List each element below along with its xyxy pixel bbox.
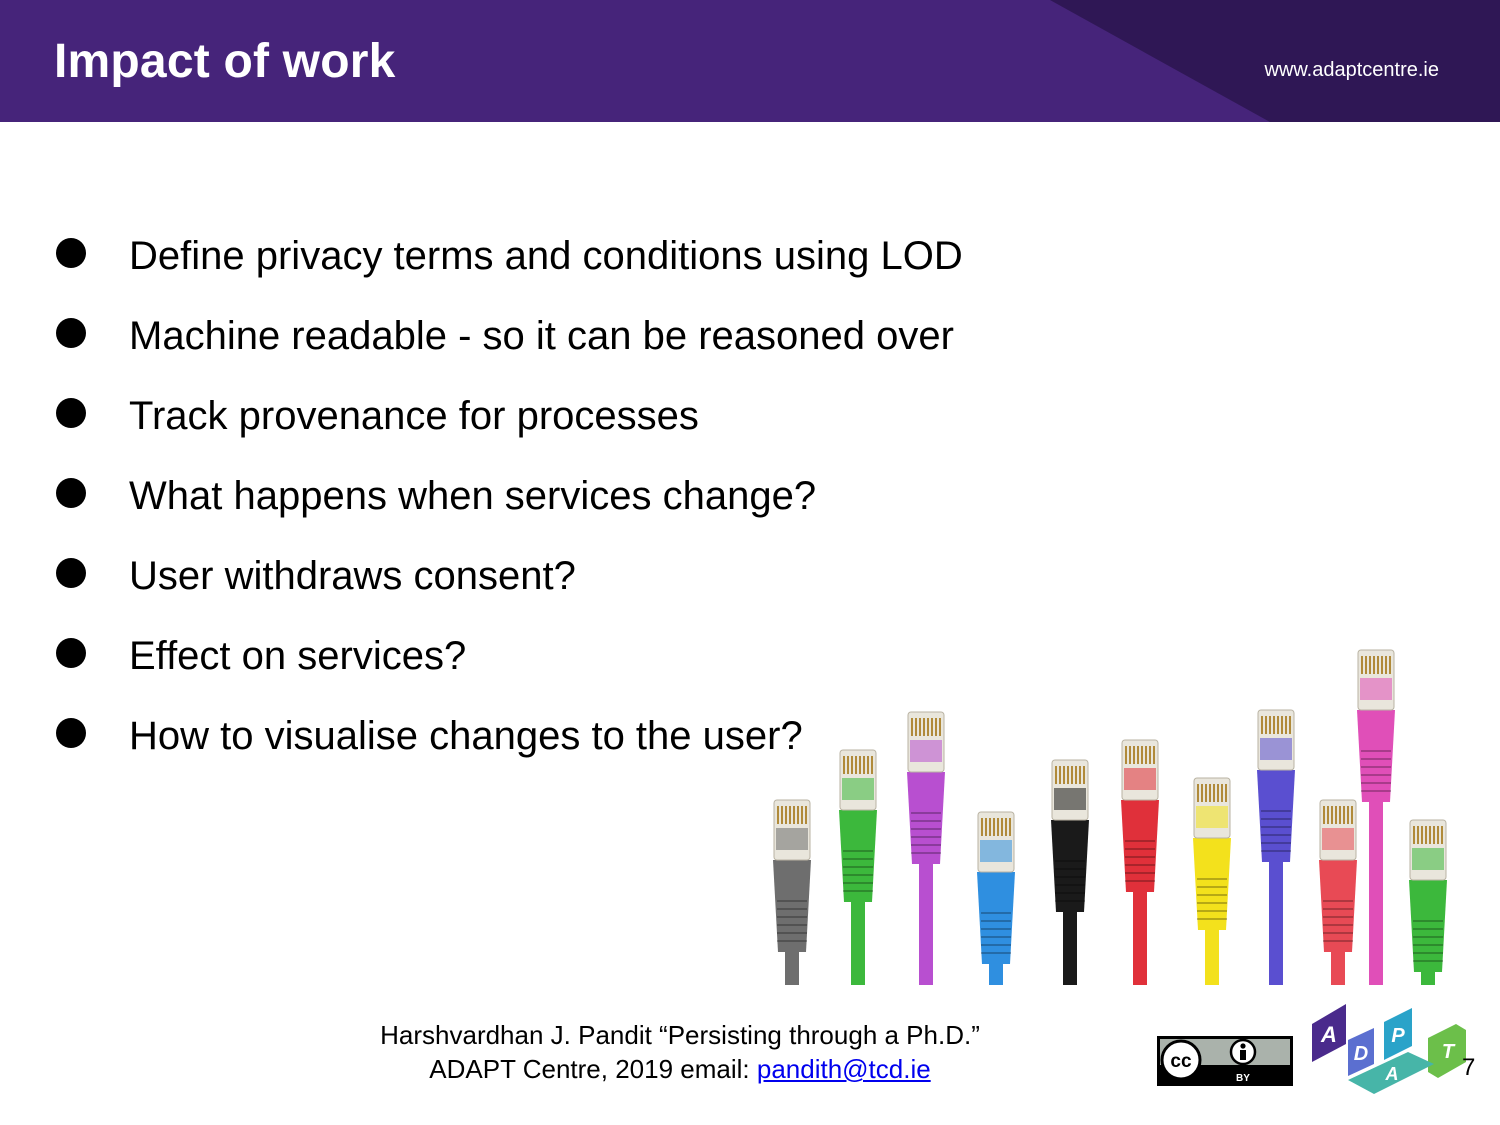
bullet-icon [56,238,86,268]
email-link[interactable]: pandith@tcd.ie [757,1054,931,1084]
by-text: BY [1236,1073,1250,1084]
website-label: www.adaptcentre.ie [1264,59,1439,81]
logo-letter-a2: A [1385,1064,1399,1084]
cable [1121,739,1159,985]
bullet-text: Track provenance for processes [129,394,699,438]
cc-by-license-badge: cc BY [1157,1036,1293,1086]
footer-line-2: ADAPT Centre, 2019 email: pandith@tcd.ie [320,1052,1040,1086]
logo-letter-a: A [1320,1022,1337,1047]
bullet-text: Effect on services? [129,634,467,678]
cable [1193,777,1231,985]
cable [1357,649,1395,985]
bullet-icon [56,638,86,668]
adapt-logo: A D P T A [1312,1004,1466,1094]
cable [1257,709,1295,985]
bullet-text: How to visualise changes to the user? [129,714,803,758]
bullet-text: What happens when services change? [129,474,817,518]
cc-text: cc [1170,1051,1192,1072]
cable [773,799,811,985]
bullet-icon [56,318,86,348]
page-number: 7 [1462,1054,1476,1081]
footer-citation: Harshvardhan J. Pandit “Persisting throu… [320,1018,1040,1086]
footer-line-1: Harshvardhan J. Pandit “Persisting throu… [380,1020,980,1050]
cable [839,749,877,985]
bullet-text: Machine readable - so it can be reasoned… [129,314,954,358]
footer-line-2-prefix: ADAPT Centre, 2019 email: [429,1054,757,1084]
cable [977,811,1015,985]
network-cables-image [773,649,1447,985]
cable [907,711,945,985]
bullet-icon [56,398,86,428]
slide-title: Impact of work [54,35,396,88]
cable [1051,759,1089,985]
slide-header: Impact of work www.adaptcentre.ie [0,0,1500,122]
bullet-icon [56,558,86,588]
bullet-text: User withdraws consent? [129,554,576,598]
logo-letter-t: T [1442,1041,1456,1063]
bullet-icon [56,478,86,508]
bullet-text: Define privacy terms and conditions usin… [129,234,963,278]
logo-letter-p: P [1391,1025,1405,1047]
logo-letter-d: D [1354,1043,1368,1065]
cable [1409,819,1447,985]
cable [1319,799,1357,985]
bullet-icon [56,718,86,748]
